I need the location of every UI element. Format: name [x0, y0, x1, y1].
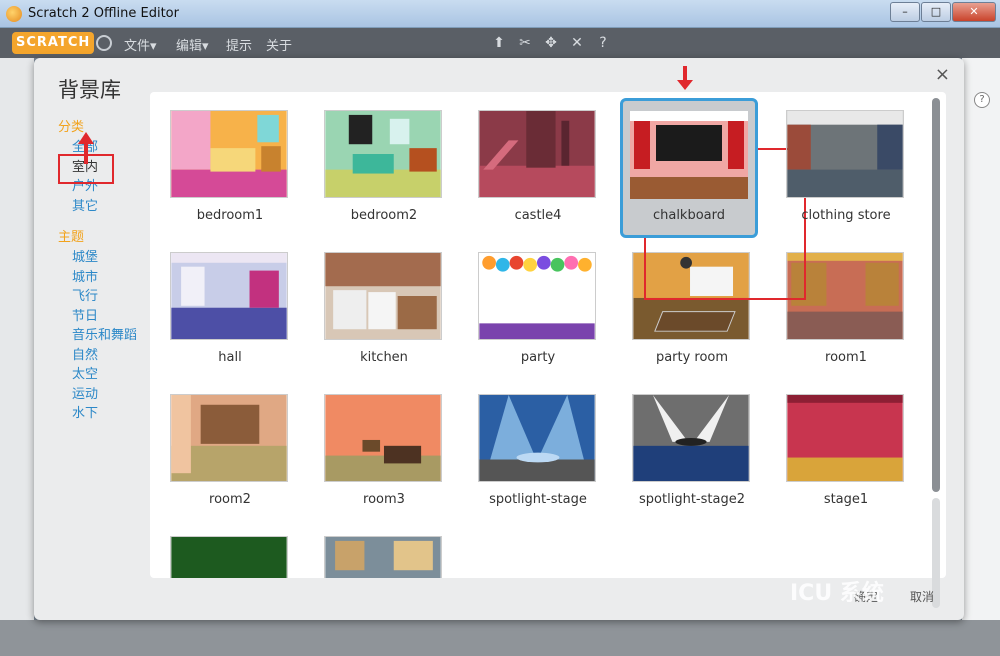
grow-icon[interactable]: ✥	[542, 34, 560, 52]
help-icon[interactable]: ?	[594, 34, 612, 52]
menu-tips[interactable]: 提示	[226, 35, 252, 54]
backdrop-label: stage1	[823, 492, 869, 507]
editor-background-right	[962, 58, 1000, 656]
spotlight-stage2-thumbnail	[632, 394, 750, 482]
globe-icon[interactable]	[96, 35, 112, 51]
cancel-button[interactable]: 取消	[910, 588, 934, 605]
backdrop-label: party room	[655, 350, 729, 365]
backdrop-label: room3	[363, 492, 405, 507]
backdrop-label: kitchen	[360, 350, 408, 365]
editor-bottom-strip	[0, 620, 1000, 656]
backdrop-label: chalkboard	[652, 208, 726, 223]
backdrop-thumbnail	[324, 536, 442, 578]
backdrop-label: room2	[209, 492, 251, 507]
chalkboard-thumbnail	[630, 111, 748, 199]
theme-nature[interactable]: 自然	[58, 346, 158, 366]
backdrop-label: castle4	[514, 208, 562, 223]
backdrop-label: bedroom2	[350, 208, 418, 223]
party-thumbnail	[478, 252, 596, 340]
editor-background-left	[0, 58, 34, 656]
window-titlebar: Scratch 2 Offline Editor – □ ✕	[0, 0, 1000, 28]
kitchen-thumbnail	[324, 252, 442, 340]
backdrop-item-hall[interactable]: hall	[160, 248, 300, 390]
backdrop-label: bedroom1	[196, 208, 264, 223]
backdrop-item-room3[interactable]: room3	[314, 390, 454, 532]
theme-music-dance[interactable]: 音乐和舞蹈	[58, 326, 158, 346]
bedroom2-thumbnail	[324, 110, 442, 198]
backdrop-label: clothing store	[801, 208, 891, 223]
menu-edit[interactable]: 编辑▾	[176, 35, 209, 54]
backdrop-item-stage1[interactable]: stage1	[776, 390, 916, 532]
backdrop-label: hall	[218, 350, 242, 365]
room3-thumbnail	[324, 394, 442, 482]
backdrop-item-kitchen[interactable]: kitchen	[314, 248, 454, 390]
maximize-button[interactable]: □	[921, 2, 951, 22]
theme-flying[interactable]: 飞行	[58, 287, 158, 307]
theme-underwater[interactable]: 水下	[58, 404, 158, 424]
backdrop-item-row4-2[interactable]	[314, 532, 454, 578]
backdrop-item-room2[interactable]: room2	[160, 390, 300, 532]
backdrop-item-chalkboard[interactable]: chalkboard	[620, 98, 758, 240]
theme-sports[interactable]: 运动	[58, 385, 158, 405]
close-icon[interactable]: ×	[935, 64, 950, 85]
scratch-logo[interactable]: SCRATCH	[12, 32, 95, 54]
theme-city[interactable]: 城市	[58, 268, 158, 288]
window-title: Scratch 2 Offline Editor	[28, 6, 179, 21]
clothing-store-thumbnail	[786, 110, 904, 198]
backdrop-item-row4-1[interactable]	[160, 532, 300, 578]
backdrop-item-bedroom2[interactable]: bedroom2	[314, 106, 454, 248]
category-heading: 分类	[58, 120, 85, 135]
backdrop-item-castle4[interactable]: castle4	[468, 106, 608, 248]
shrink-icon[interactable]: ✕	[568, 34, 586, 52]
dialog-title: 背景库	[58, 78, 121, 102]
theme-castle[interactable]: 城堡	[58, 248, 158, 268]
backdrop-item-party[interactable]: party	[468, 248, 608, 390]
category-other[interactable]: 其它	[58, 197, 158, 217]
backdrop-item-clothing-store-view[interactable]: clothing store	[776, 106, 916, 248]
bedroom1-thumbnail	[170, 110, 288, 198]
theme-heading: 主题	[58, 230, 85, 245]
stage1-thumbnail	[786, 394, 904, 482]
backdrop-label: spotlight-stage2	[639, 492, 745, 507]
backdrop-item-bedroom1[interactable]: bedroom1	[160, 106, 300, 248]
backdrop-item-spotlight-stage[interactable]: spotlight-stage	[468, 390, 608, 532]
room2-thumbnail	[170, 394, 288, 482]
theme-space[interactable]: 太空	[58, 365, 158, 385]
menu-file[interactable]: 文件▾	[124, 35, 157, 54]
delete-icon[interactable]: ✂	[516, 34, 534, 52]
help-circle-icon[interactable]: ?	[974, 92, 990, 108]
backdrop-label: spotlight-stage	[489, 492, 587, 507]
backdrop-label: party	[520, 350, 556, 365]
spotlight-stage-thumbnail	[478, 394, 596, 482]
backdrop-item-spotlight-stage2[interactable]: spotlight-stage2	[622, 390, 762, 532]
minimize-button[interactable]: –	[890, 2, 920, 22]
backdrop-thumbnail	[170, 536, 288, 578]
backdrop-library-dialog: 背景库 × 分类 全部 室内 户外 其它 主题 城堡 城市 飞行 节日 音乐和舞…	[34, 58, 964, 620]
annotation-arrow-down-icon	[677, 66, 693, 90]
close-window-button[interactable]: ✕	[952, 2, 996, 22]
castle4-thumbnail	[478, 110, 596, 198]
watermark-logo: ICU 系统	[790, 581, 884, 606]
duplicate-icon[interactable]: ⬆	[490, 34, 508, 52]
annotation-arrow-up-icon	[78, 132, 94, 164]
hall-thumbnail	[170, 252, 288, 340]
menu-about[interactable]: 关于	[266, 35, 292, 54]
backdrop-label: room1	[825, 350, 867, 365]
theme-holiday[interactable]: 节日	[58, 307, 158, 327]
scratch-app-icon	[6, 6, 22, 22]
scratch-menubar: SCRATCH 文件▾ 编辑▾ 提示 关于 ⬆ ✂ ✥ ✕ ?	[0, 28, 1000, 58]
grid-scrollbar-thumb[interactable]	[932, 98, 940, 492]
